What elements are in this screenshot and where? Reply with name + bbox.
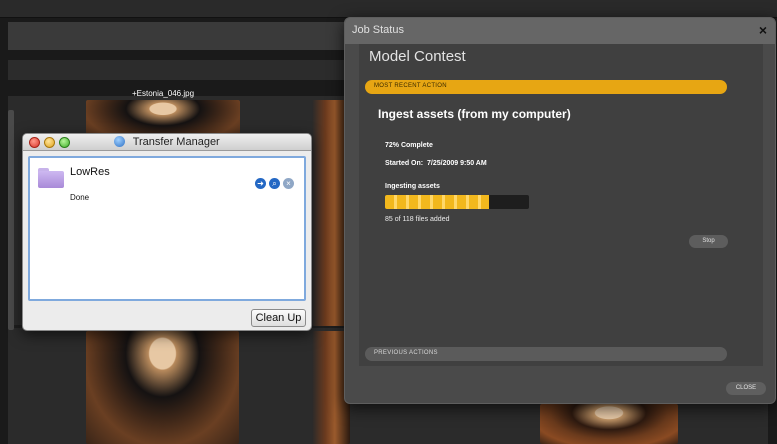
progress-bar [385,195,529,209]
thumbnail-filename: +Estonia_046.jpg [131,89,195,98]
previous-actions-header[interactable]: PREVIOUS ACTIONS [365,347,727,361]
job-status-header: Job Status × [345,18,775,44]
files-added-count: 85 of 118 files added [385,216,450,223]
stop-button[interactable]: Stop [689,235,728,248]
transfer-list: LowRes Done ➜ ⌕ × [28,156,306,301]
started-on: Started On: 7/25/2009 9:50 AM [385,160,487,167]
app-top-bar [0,0,777,18]
minimize-window-icon[interactable] [44,137,55,148]
zoom-window-icon[interactable] [59,137,70,148]
folder-icon [38,168,64,188]
transfer-manager-window: Transfer Manager LowRes Done ➜ ⌕ × Clean… [22,133,312,331]
close-icon[interactable]: × [759,22,767,38]
transfer-manager-titlebar[interactable]: Transfer Manager [23,134,311,151]
job-status-title: Job Status [352,24,404,36]
close-button[interactable]: CLOSE [726,382,766,395]
gallery-thumbnail[interactable] [86,331,239,444]
job-status-panel: Job Status × Model Contest MOST RECENT A… [344,17,776,404]
transfer-item-status: Done [70,193,90,202]
action-title: Ingest assets (from my computer) [378,107,571,121]
previous-actions-label: PREVIOUS ACTIONS [374,350,438,356]
gallery-edge [8,110,14,330]
transfer-manager-title: Transfer Manager [132,136,220,149]
percent-complete: 72% Complete [385,142,433,149]
thumbnail-photo [540,404,678,444]
transfer-item-name: LowRes [70,166,110,178]
most-recent-action-header[interactable]: MOST RECENT ACTION [365,80,727,94]
gallery-thumbnail[interactable] [540,404,678,444]
job-name: Model Contest [369,48,466,65]
stop-x-icon[interactable]: × [283,178,294,189]
progress-fill [385,195,489,209]
close-window-icon[interactable] [29,137,40,148]
ingesting-label: Ingesting assets [385,183,440,190]
most-recent-action-label: MOST RECENT ACTION [374,83,447,89]
clean-up-button[interactable]: Clean Up [251,309,306,327]
desktop-stage: +Estonia_046.jpg Transfer Manager LowRes… [0,0,777,444]
magnify-icon[interactable]: ⌕ [269,178,280,189]
thumbnail-photo [86,331,239,444]
transfer-manager-app-icon [114,136,126,148]
reveal-arrow-icon[interactable]: ➜ [255,178,266,189]
